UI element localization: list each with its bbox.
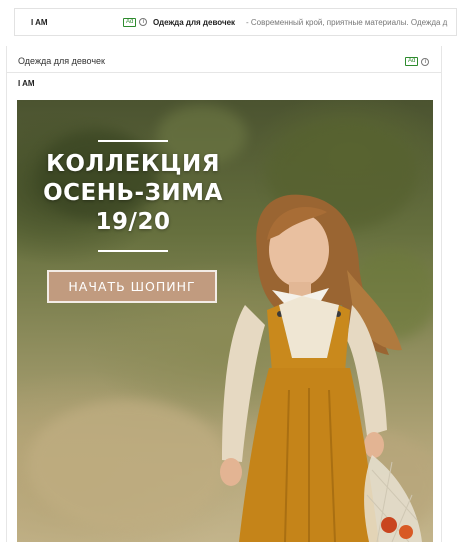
email-ad-label: Ad i (405, 57, 430, 66)
email-sender: I AM (18, 79, 35, 88)
promo-banner[interactable]: КОЛЛЕКЦИЯ ОСЕНЬ-ЗИМА 19/20 НАЧАТЬ ШОПИНГ (17, 100, 433, 542)
headline-top-divider (98, 140, 168, 142)
email-header: Одежда для девочек Ad i (7, 46, 441, 73)
email-view: Одежда для девочек Ad i I AM КОЛЛЕКЦИЯ О… (6, 46, 442, 542)
headline-bottom-divider (98, 250, 168, 252)
email-client: I AM Ad i Одежда для девочек - Современн… (0, 0, 471, 542)
inbox-snippet: - Современный крой, приятные материалы. … (246, 17, 448, 27)
headline-line-3: 19/20 (95, 209, 171, 235)
banner-headline: КОЛЛЕКЦИЯ ОСЕНЬ-ЗИМА 19/20 (31, 150, 235, 237)
email-subject: Одежда для девочек (18, 56, 105, 66)
headline-line-1: КОЛЛЕКЦИЯ (46, 151, 220, 177)
info-icon[interactable]: i (139, 18, 148, 26)
inbox-ad-label: Ad i (123, 17, 148, 27)
inbox-subject: Одежда для девочек (153, 17, 236, 27)
start-shopping-button[interactable]: НАЧАТЬ ШОПИНГ (47, 270, 217, 303)
ad-badge: Ad (123, 17, 137, 27)
info-icon[interactable]: i (421, 57, 430, 66)
inbox-sender: I AM (31, 17, 48, 27)
inbox-ad-row[interactable]: I AM Ad i Одежда для девочек - Современн… (14, 8, 457, 36)
ad-badge: Ad (405, 57, 419, 66)
headline-line-2: ОСЕНЬ-ЗИМА (43, 180, 223, 206)
